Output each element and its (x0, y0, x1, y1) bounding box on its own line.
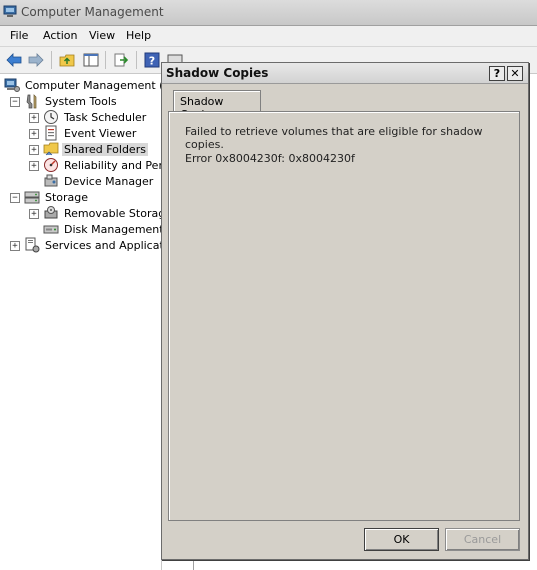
expand-toggle[interactable]: + (29, 161, 39, 171)
export-list-icon (114, 53, 129, 67)
back-arrow-icon (6, 53, 22, 67)
menu-bar: File Action View Help (0, 26, 537, 47)
tree-label: Storage (45, 190, 89, 204)
error-message: Failed to retrieve volumes that are elig… (185, 125, 483, 151)
tree-label: Removable Storage (64, 206, 162, 220)
show-hide-tree-button[interactable] (81, 50, 101, 70)
back-button[interactable] (4, 50, 24, 70)
tree-item-event-viewer[interactable]: Event Viewer (43, 125, 138, 141)
help-icon: ? (144, 52, 160, 68)
menu-file[interactable]: File (10, 29, 28, 42)
tree-label: System Tools (45, 94, 117, 108)
services-icon (25, 237, 40, 253)
disk-management-icon (43, 225, 59, 234)
expand-toggle[interactable]: + (10, 241, 20, 251)
tree-item-reliability-performance[interactable]: Reliability and Perfor (43, 157, 162, 173)
ok-button[interactable]: OK (364, 528, 439, 551)
computer-management-icon (3, 5, 17, 17)
close-button[interactable]: ✕ (507, 66, 523, 81)
tab-shadow-copies[interactable]: Shadow Copies (173, 90, 261, 121)
tree-label: Disk Management (64, 222, 162, 236)
tree-label: Task Scheduler (64, 110, 147, 124)
event-log-icon (45, 125, 57, 141)
expand-toggle[interactable]: + (29, 209, 39, 219)
up-one-level-button[interactable] (57, 50, 77, 70)
toolbar-separator (105, 51, 106, 69)
console-tree: Computer Management (Loc − System Tools … (1, 75, 162, 570)
tree-label: Event Viewer (64, 126, 137, 140)
tree-item-storage[interactable]: Storage (24, 189, 90, 205)
tab-panel: Failed to retrieve volumes that are elig… (168, 111, 520, 521)
expand-toggle[interactable]: + (29, 113, 39, 123)
dialog-title-bar: Shadow Copies ? ✕ (162, 63, 528, 84)
tree-item-removable-storage[interactable]: Removable Storage (43, 205, 162, 221)
dialog-title: Shadow Copies (166, 66, 269, 80)
toolbar-separator (51, 51, 52, 69)
tree-label: Reliability and Perfor (64, 158, 162, 172)
collapse-toggle[interactable]: − (10, 193, 20, 203)
tree-item-computer-management[interactable]: Computer Management (Loc (4, 77, 161, 93)
up-folder-icon (59, 54, 75, 67)
device-manager-icon (44, 174, 58, 187)
window-title: Computer Management (21, 5, 164, 19)
cancel-button[interactable]: Cancel (445, 528, 520, 551)
tree-item-disk-management[interactable]: Disk Management (43, 221, 162, 237)
tree-label: Shared Folders (62, 142, 148, 156)
main-title-bar: Computer Management (0, 0, 537, 26)
svg-text:?: ? (149, 55, 155, 68)
tree-item-services-applications[interactable]: Services and Application (24, 237, 161, 253)
collapse-toggle[interactable]: − (10, 97, 20, 107)
tree-item-task-scheduler[interactable]: Task Scheduler (43, 109, 148, 125)
computer-management-icon (4, 78, 20, 92)
tree-item-device-manager[interactable]: Device Manager (43, 173, 155, 189)
close-icon: ✕ (510, 67, 520, 80)
shared-folder-icon (43, 142, 59, 156)
tree-item-system-tools[interactable]: System Tools (24, 93, 119, 109)
help-icon: ? (493, 67, 501, 80)
storage-icon (24, 191, 40, 204)
removable-storage-icon (44, 206, 58, 219)
export-list-button[interactable] (111, 50, 131, 70)
help-button[interactable]: ? (142, 50, 162, 70)
show-hide-tree-icon (83, 53, 99, 67)
expand-toggle[interactable]: + (29, 129, 39, 139)
error-code: Error 0x8004230f: 0x8004230f (185, 152, 355, 165)
tools-icon (26, 94, 37, 109)
menu-help[interactable]: Help (126, 29, 151, 42)
forward-button[interactable] (26, 50, 46, 70)
forward-arrow-icon (28, 53, 44, 67)
tree-label: Device Manager (64, 174, 154, 188)
clock-icon (44, 110, 58, 124)
tree-label: Computer Management (Loc (25, 78, 161, 92)
shadow-copies-dialog: Shadow Copies ? ✕ Shadow Copies Failed t… (161, 62, 529, 560)
performance-icon (44, 158, 58, 172)
tree-item-shared-folders[interactable]: Shared Folders (43, 141, 148, 157)
toolbar-separator (136, 51, 137, 69)
tree-label: Services and Application (45, 238, 161, 252)
menu-action[interactable]: Action (43, 29, 77, 42)
menu-view[interactable]: View (89, 29, 115, 42)
expand-toggle[interactable]: + (29, 145, 39, 155)
help-button[interactable]: ? (489, 66, 505, 81)
